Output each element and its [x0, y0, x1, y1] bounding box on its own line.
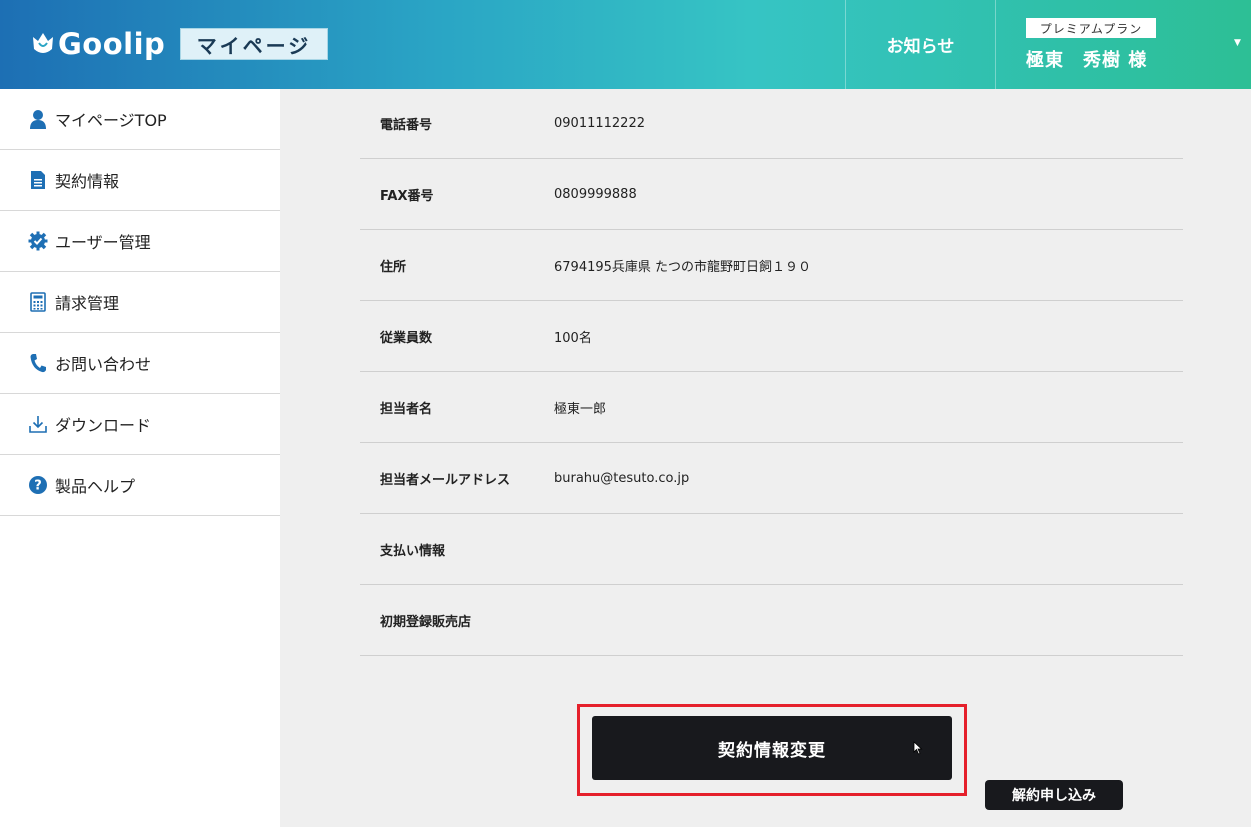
mouse-pointer-icon [913, 741, 923, 755]
chevron-down-icon[interactable]: ▼ [1234, 38, 1241, 48]
sidebar-item-label: 請求管理 [55, 294, 120, 313]
sidebar-item-mypage-top[interactable]: マイページTOP [0, 89, 280, 150]
document-icon [28, 170, 48, 190]
row-label: 担当者メールアドレス [380, 472, 511, 488]
sidebar: マイページTOP 契約情報 ユーザー管理 請求管理 お問い合わせ ダウンロード … [0, 89, 280, 827]
table-row: 初期登録販売店 [360, 585, 1183, 656]
cancel-contract-button[interactable]: 解約申し込み [985, 780, 1123, 810]
change-contract-button[interactable]: 契約情報変更 [592, 716, 952, 780]
header-divider [995, 0, 996, 89]
table-row: 従業員数 100名 [360, 301, 1183, 372]
row-label: 担当者名 [380, 401, 433, 417]
user-name[interactable]: 極東 秀樹 様 [1026, 46, 1147, 72]
help-icon: ? [28, 475, 48, 495]
row-label: 従業員数 [380, 330, 433, 346]
row-value: 09011112222 [554, 116, 645, 131]
row-label: FAX番号 [380, 188, 434, 204]
table-row: 電話番号 09011112222 [360, 89, 1183, 159]
row-label: 電話番号 [380, 118, 433, 133]
contract-info-table: 電話番号 09011112222 FAX番号 0809999888 住所 679… [360, 89, 1183, 656]
row-value: 極東一郎 [554, 401, 607, 417]
calculator-icon [28, 292, 48, 312]
sidebar-item-contact[interactable]: お問い合わせ [0, 333, 280, 394]
table-row: 住所 6794195兵庫県 たつの市龍野町日飼１９０ [360, 230, 1183, 301]
svg-text:?: ? [34, 479, 42, 494]
row-label: 初期登録販売店 [380, 614, 472, 630]
row-value: 0809999888 [554, 186, 637, 202]
sidebar-item-label: 製品ヘルプ [55, 477, 136, 496]
mypage-badge: マイページ [180, 28, 328, 60]
plan-badge: プレミアムプラン [1026, 18, 1156, 38]
top-header: Goolip マイページ お知らせ プレミアムプラン 極東 秀樹 様 ▼ [0, 0, 1251, 89]
sidebar-item-label: マイページTOP [55, 111, 167, 130]
logo-text: Goolip [58, 27, 166, 61]
sidebar-item-billing[interactable]: 請求管理 [0, 272, 280, 333]
user-icon [28, 109, 48, 129]
sidebar-item-label: ユーザー管理 [55, 233, 151, 252]
sidebar-item-users[interactable]: ユーザー管理 [0, 211, 280, 272]
gear-check-icon [28, 231, 48, 251]
table-row: 支払い情報 [360, 514, 1183, 585]
table-row: 担当者名 極東一郎 [360, 372, 1183, 443]
row-label: 支払い情報 [380, 543, 446, 559]
sidebar-item-contract[interactable]: 契約情報 [0, 150, 280, 211]
sidebar-item-download[interactable]: ダウンロード [0, 394, 280, 455]
sidebar-item-help[interactable]: ? 製品ヘルプ [0, 455, 280, 516]
notice-link[interactable]: お知らせ [846, 0, 995, 89]
table-row: FAX番号 0809999888 [360, 159, 1183, 230]
phone-icon [28, 353, 48, 373]
sidebar-item-label: お問い合わせ [55, 355, 152, 374]
tulip-logo-icon [33, 33, 53, 53]
goolip-logo[interactable]: Goolip [30, 24, 165, 64]
row-value: 100名 [554, 330, 592, 346]
row-label: 住所 [380, 259, 407, 275]
download-icon [28, 414, 48, 434]
sidebar-item-label: 契約情報 [55, 172, 120, 191]
table-row: 担当者メールアドレス burahu@tesuto.co.jp [360, 443, 1183, 514]
row-value: 6794195兵庫県 たつの市龍野町日飼１９０ [554, 259, 812, 275]
row-value: burahu@tesuto.co.jp [554, 470, 690, 486]
sidebar-item-label: ダウンロード [55, 416, 152, 435]
